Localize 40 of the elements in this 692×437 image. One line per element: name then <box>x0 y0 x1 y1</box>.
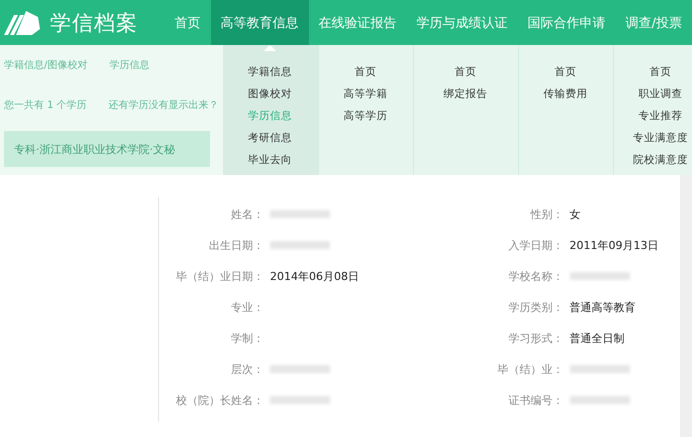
field-label: 毕（结）业： <box>496 362 564 376</box>
menu-item[interactable]: 首页 <box>554 63 577 81</box>
field-label: 校（院）长姓名： <box>175 392 265 408</box>
field-value: 普通全日制 <box>570 330 624 346</box>
menu-item[interactable]: 首页 <box>354 63 377 81</box>
nav-tab[interactable]: 高等教育信息 <box>210 0 309 45</box>
menu-item[interactable]: 考研信息 <box>248 129 292 147</box>
pointer-icon <box>264 45 276 51</box>
field-label: 入学日期： <box>508 238 564 252</box>
menu-item[interactable]: 院校满意度 <box>633 151 688 169</box>
menu-item[interactable]: 专业推荐 <box>638 107 683 125</box>
field-label: 层次： <box>230 362 265 376</box>
field-label: 证书编号： <box>508 392 564 408</box>
menu-item[interactable]: 职业调查 <box>638 85 683 103</box>
field-value: 普通高等教育 <box>570 300 636 314</box>
book-logo-icon <box>2 8 42 36</box>
field-label: 出生日期： <box>208 238 265 252</box>
menu-item[interactable]: 传输费用 <box>544 85 588 103</box>
menu-item[interactable]: 毕业去向 <box>248 151 292 169</box>
field-label: 学制： <box>230 330 265 346</box>
field-label: 学习形式： <box>508 330 564 346</box>
menu-item[interactable]: 学籍信息 <box>248 63 292 81</box>
menu-item[interactable]: 专业满意度 <box>633 129 688 147</box>
field-value: 2014年06月08日 <box>270 268 359 284</box>
menu-item[interactable]: 图像校对 <box>248 85 292 103</box>
field-label: 毕（结）业日期： <box>175 268 265 284</box>
menu-item[interactable]: 首页 <box>454 63 477 81</box>
field-label: 专业： <box>230 300 265 314</box>
record-count-text: 您一共有 1 个学历 <box>4 98 87 112</box>
field-value: 2011年09月13日 <box>570 238 658 252</box>
field-label: 性别： <box>529 206 564 222</box>
menu-item[interactable]: 高等学籍 <box>344 85 388 103</box>
field-value: 女 <box>570 206 580 222</box>
menu-item[interactable]: 首页 <box>650 63 672 81</box>
logo-text: 学信档案 <box>50 10 138 36</box>
menu-item[interactable]: 绑定报告 <box>444 85 488 103</box>
field-label: 学历类别： <box>508 300 564 314</box>
field-label: 学校名称： <box>508 268 564 284</box>
field-label: 姓名： <box>230 206 265 222</box>
menu-item[interactable]: 高等学历 <box>344 107 388 125</box>
